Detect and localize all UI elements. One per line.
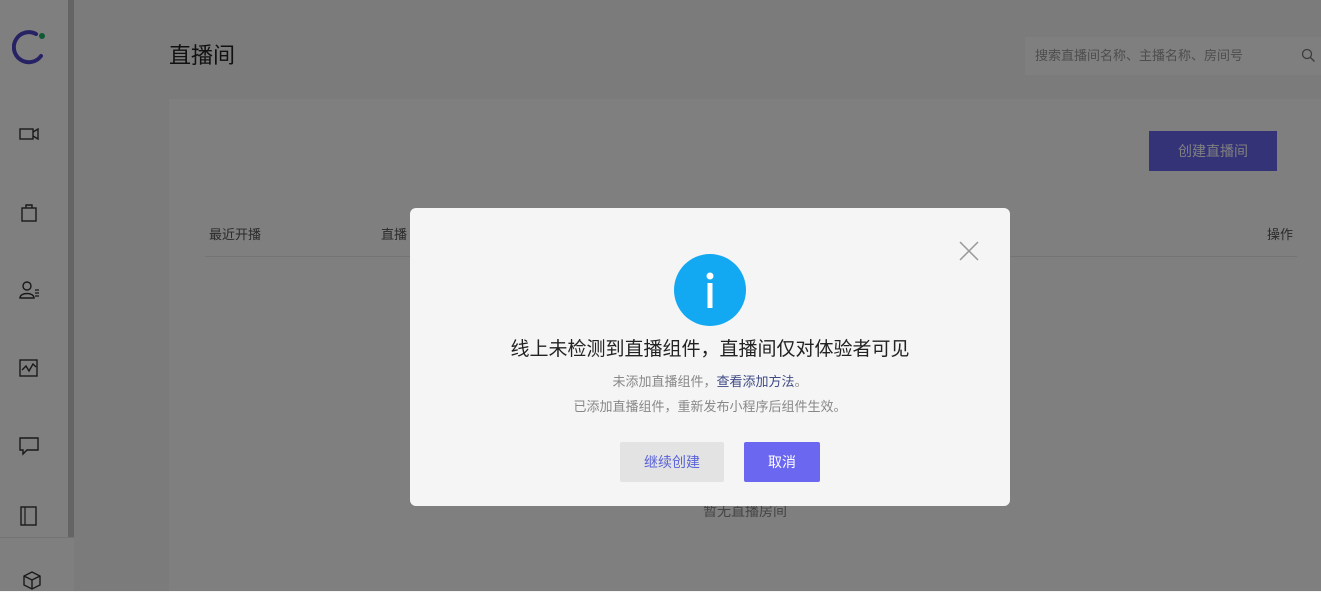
view-add-method-link[interactable]: 查看添加方法	[716, 375, 794, 390]
dialog-line-2: 已添加直播组件，重新发布小程序后组件生效。	[573, 400, 847, 415]
line1-suffix: 。	[794, 375, 808, 390]
info-icon	[674, 254, 746, 326]
line1-prefix: 未添加直播组件，	[612, 375, 717, 390]
cancel-button[interactable]: 取消	[744, 442, 820, 482]
continue-create-button[interactable]: 继续创建	[620, 442, 724, 482]
dialog-line-1: 未添加直播组件，查看添加方法。	[410, 371, 1010, 390]
close-icon[interactable]	[958, 240, 980, 262]
dialog-title: 线上未检测到直播组件，直播间仅对体验者可见	[510, 338, 910, 360]
live-component-dialog: 线上未检测到直播组件，直播间仅对体验者可见 未添加直播组件，查看添加方法。 已添…	[410, 208, 1010, 506]
